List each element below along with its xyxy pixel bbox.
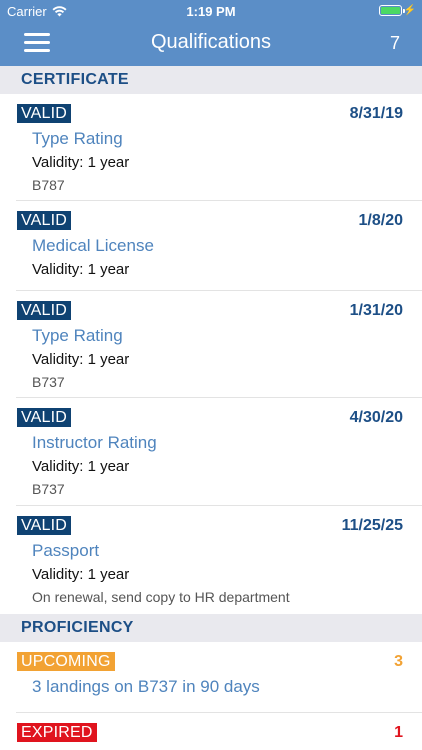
validity-text: Validity: 1 year bbox=[32, 458, 130, 475]
validity-text: Validity: 1 year bbox=[32, 566, 130, 583]
qualification-title: Medical License bbox=[32, 236, 154, 255]
qualification-note: B787 bbox=[32, 177, 65, 193]
battery-indicator: ⚡ bbox=[378, 5, 416, 16]
qualification-note: On renewal, send copy to HR department bbox=[32, 589, 290, 605]
app-header: Carrier 1:19 PM ⚡ Qualifications 7 bbox=[0, 0, 422, 66]
page-title: Qualifications bbox=[150, 31, 272, 53]
status-badge-valid: VALID bbox=[17, 211, 72, 230]
qualification-item[interactable]: VALID 1/31/20 Type Rating Validity: 1 ye… bbox=[0, 291, 422, 398]
section-header-certificate: CERTIFICATE bbox=[0, 66, 422, 94]
qualification-item[interactable]: VALID 11/25/25 Passport Validity: 1 year… bbox=[0, 506, 422, 613]
validity-text: Validity: 1 year bbox=[32, 154, 130, 171]
expiry-date: 4/30/20 bbox=[349, 409, 403, 426]
validity-text: Validity: 1 year bbox=[32, 261, 130, 278]
qualification-note: B737 bbox=[32, 374, 65, 390]
proficiency-item[interactable]: UPCOMING 3 3 landings on B737 in 90 days bbox=[0, 642, 422, 713]
qualification-note: B737 bbox=[32, 481, 65, 497]
section-header-proficiency: PROFICIENCY bbox=[0, 614, 422, 642]
status-badge-valid: VALID bbox=[17, 516, 72, 535]
battery-icon bbox=[378, 5, 405, 16]
proficiency-item[interactable]: EXPIRED 1 bbox=[0, 713, 422, 750]
status-badge-valid: VALID bbox=[17, 408, 72, 427]
expiry-date: 8/31/19 bbox=[349, 105, 403, 122]
proficiency-title: 3 landings on B737 in 90 days bbox=[32, 677, 260, 696]
qualification-title: Instructor Rating bbox=[32, 433, 157, 452]
qualification-item[interactable]: VALID 1/8/20 Medical License Validity: 1… bbox=[0, 201, 422, 291]
expiry-date: 1/31/20 bbox=[349, 302, 403, 319]
status-badge-upcoming: UPCOMING bbox=[17, 652, 115, 671]
status-badge-valid: VALID bbox=[17, 301, 72, 320]
status-badge-valid: VALID bbox=[17, 104, 72, 123]
charging-bolt-icon: ⚡ bbox=[403, 5, 416, 16]
qualification-title: Type Rating bbox=[32, 129, 123, 148]
expiry-date: 1/8/20 bbox=[358, 212, 403, 229]
expiry-date: 11/25/25 bbox=[341, 517, 403, 534]
qualification-item[interactable]: VALID 8/31/19 Type Rating Validity: 1 ye… bbox=[0, 94, 422, 201]
qualification-title: Type Rating bbox=[32, 326, 123, 345]
qualifications-count: 7 bbox=[389, 33, 400, 53]
status-bar: Carrier 1:19 PM ⚡ bbox=[0, 0, 422, 22]
validity-text: Validity: 1 year bbox=[32, 351, 130, 368]
qualification-title: Passport bbox=[32, 541, 100, 560]
upcoming-count: 3 bbox=[394, 653, 403, 670]
status-time: 1:19 PM bbox=[186, 4, 236, 19]
status-badge-expired: EXPIRED bbox=[17, 723, 97, 742]
expired-count: 1 bbox=[394, 724, 403, 741]
qualification-item[interactable]: VALID 4/30/20 Instructor Rating Validity… bbox=[0, 398, 422, 506]
